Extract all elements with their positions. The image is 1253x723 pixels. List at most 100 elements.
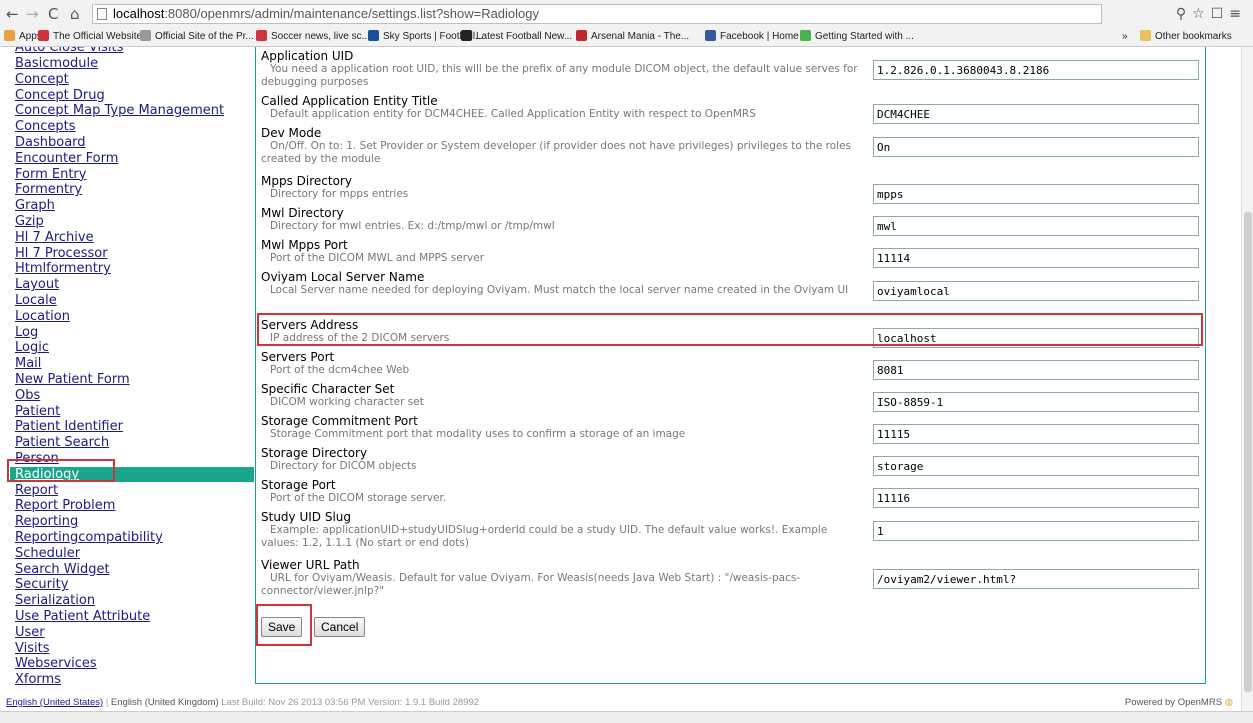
setting-value-input[interactable]	[873, 60, 1199, 80]
bookmark-label: The Official Website...	[53, 31, 151, 42]
sidebar-item-person[interactable]: Person	[15, 451, 59, 466]
lang-us-link[interactable]: English (United States)	[6, 697, 103, 708]
reload-icon[interactable]: C	[48, 5, 58, 23]
sidebar-item-patient-search[interactable]: Patient Search	[15, 435, 109, 450]
setting-row: Mwl Mpps Port Port of the DICOM MWL and M…	[261, 238, 1199, 268]
save-button[interactable]: Save	[261, 617, 303, 637]
sidebar-item-serialization[interactable]: Serialization	[15, 593, 95, 608]
bookmark-label: Getting Started with ...	[815, 31, 914, 42]
setting-description: Example: applicationUID+studyUIDSlug+ord…	[261, 524, 828, 549]
setting-value-input[interactable]	[873, 360, 1199, 380]
setting-value-input[interactable]	[873, 488, 1199, 508]
sidebar-item-user[interactable]: User	[15, 625, 45, 640]
setting-row: Mpps Directory Directory for mpps entries	[261, 174, 1199, 204]
address-bar[interactable]: localhost:8080/openmrs/admin/maintenance…	[92, 4, 1102, 24]
home-icon[interactable]: ⌂	[70, 5, 80, 23]
setting-row: Application UID You need a application ro…	[261, 49, 1199, 89]
bookmark-item[interactable]: Arsenal Mania - The...	[576, 28, 689, 46]
sidebar-item-report-problem[interactable]: Report Problem	[15, 498, 115, 513]
setting-value-input[interactable]	[873, 137, 1199, 157]
sidebar-item-security[interactable]: Security	[15, 577, 68, 592]
sidebar-item-formentry[interactable]: Formentry	[15, 182, 82, 197]
sidebar-item-locale[interactable]: Locale	[15, 293, 57, 308]
sidebar-item-search-widget[interactable]: Search Widget	[15, 562, 110, 577]
sidebar-item-mail[interactable]: Mail	[15, 356, 41, 371]
bookmark-item[interactable]: Getting Started with ...	[800, 28, 914, 46]
bookmark-icon	[461, 30, 472, 41]
setting-value-input[interactable]	[873, 184, 1199, 204]
setting-value-input[interactable]	[873, 248, 1199, 268]
other-bookmarks-label: Other bookmarks	[1155, 31, 1232, 42]
bookmark-item[interactable]: The Official Website...	[38, 28, 150, 46]
sidebar-item-report[interactable]: Report	[15, 483, 58, 498]
setting-description: Port of the DICOM storage server.	[270, 492, 447, 504]
footer: English (United States) | English (Unite…	[0, 696, 1253, 710]
vertical-scrollbar[interactable]	[1241, 47, 1253, 711]
setting-value-input[interactable]	[873, 392, 1199, 412]
powered-by: Powered by OpenMRS	[1124, 697, 1223, 708]
openmrs-logo-icon: ◍	[1224, 697, 1233, 708]
setting-row: Storage Commitment Port Storage Commitmen…	[261, 414, 1199, 444]
setting-value-input[interactable]	[873, 216, 1199, 236]
sidebar-item-patient-identifier[interactable]: Patient Identifier	[15, 419, 123, 434]
sidebar-item-webservices[interactable]: Webservices	[15, 656, 97, 671]
sidebar-item-hl-7-processor[interactable]: Hl 7 Processor	[15, 246, 108, 261]
bookmark-icon	[140, 30, 151, 41]
bookmark-item[interactable]: Official Site of the Pr...	[140, 28, 254, 46]
bookmark-item[interactable]: Latest Football New...	[461, 28, 572, 46]
folder-icon	[1140, 30, 1151, 41]
bookmark-icon	[576, 30, 587, 41]
cancel-button[interactable]: Cancel	[314, 617, 366, 637]
sidebar-item-cut[interactable]: Auto Close Visits	[15, 47, 123, 55]
sidebar-item-log[interactable]: Log	[15, 325, 38, 340]
bookmark-icon	[800, 30, 811, 41]
horizontal-scrollbar[interactable]	[0, 711, 1253, 723]
setting-value-input[interactable]	[873, 424, 1199, 444]
sidebar-item-encounter-form[interactable]: Encounter Form	[15, 151, 118, 166]
sidebar-item-gzip[interactable]: Gzip	[15, 214, 44, 229]
forward-icon[interactable]: →	[26, 5, 39, 23]
sidebar-item-visits[interactable]: Visits	[15, 641, 49, 656]
sidebar-item-concept[interactable]: Concept	[15, 72, 69, 87]
setting-value-input[interactable]	[873, 456, 1199, 476]
setting-description: Directory for DICOM objects	[270, 460, 417, 472]
sidebar-item-reportingcompatibility[interactable]: Reportingcompatibility	[15, 530, 163, 545]
sidebar-item-graph[interactable]: Graph	[15, 198, 55, 213]
sidebar-item-htmlformentry[interactable]: Htmlformentry	[15, 261, 111, 276]
sidebar-item-concept-map-type-management[interactable]: Concept Map Type Management	[15, 103, 224, 118]
bookmark-item[interactable]: Facebook | Home	[705, 28, 799, 46]
sidebar-item-concepts[interactable]: Concepts	[15, 119, 76, 134]
scrollbar-thumb[interactable]	[1244, 212, 1252, 692]
browser-menu-icons[interactable]: ⚲☆☐≡	[1176, 6, 1247, 22]
address-row: ← → C ⌂ localhost:8080/openmrs/admin/mai…	[0, 2, 1253, 26]
sidebar-item-reporting[interactable]: Reporting	[15, 514, 78, 529]
sidebar-item-form-entry[interactable]: Form Entry	[15, 167, 86, 182]
bookmark-label: Arsenal Mania - The...	[591, 31, 690, 42]
setting-value-input[interactable]	[873, 281, 1199, 301]
sidebar-item-new-patient-form[interactable]: New Patient Form	[15, 372, 130, 387]
setting-description: On/Off. On to: 1. Set Provider or System…	[261, 140, 852, 165]
sidebar-item-patient[interactable]: Patient	[15, 404, 60, 419]
sidebar-item-xforms[interactable]: Xforms	[15, 672, 61, 687]
sidebar-item-basicmodule[interactable]: Basicmodule	[15, 56, 98, 71]
sidebar-item-location[interactable]: Location	[15, 309, 70, 324]
setting-description: Local Server name needed for deploying O…	[270, 284, 849, 296]
other-bookmarks[interactable]: Other bookmarks	[1140, 28, 1232, 46]
sidebar-item-use-patient-attribute[interactable]: Use Patient Attribute	[15, 609, 150, 624]
back-icon[interactable]: ←	[6, 5, 19, 23]
sidebar-item-hl-7-archive[interactable]: Hl 7 Archive	[15, 230, 94, 245]
sidebar-item-scheduler[interactable]: Scheduler	[15, 546, 80, 561]
sidebar-item-concept-drug[interactable]: Concept Drug	[15, 88, 105, 103]
sidebar-item-logic[interactable]: Logic	[15, 340, 49, 355]
setting-value-input[interactable]	[873, 569, 1199, 589]
bookmark-item[interactable]: Soccer news, live sc...	[256, 28, 370, 46]
sidebar-item-dashboard[interactable]: Dashboard	[15, 135, 86, 150]
sidebar-item-radiology[interactable]: Radiology	[10, 466, 254, 482]
setting-value-input[interactable]	[873, 104, 1199, 124]
sidebar-item-obs[interactable]: Obs	[15, 388, 40, 403]
setting-value-input[interactable]	[873, 328, 1199, 348]
setting-value-input[interactable]	[873, 521, 1199, 541]
sidebar-item-layout[interactable]: Layout	[15, 277, 59, 292]
bookmark-item[interactable]: Apps	[4, 28, 42, 46]
bookmarks-overflow[interactable]: »	[1122, 28, 1128, 46]
